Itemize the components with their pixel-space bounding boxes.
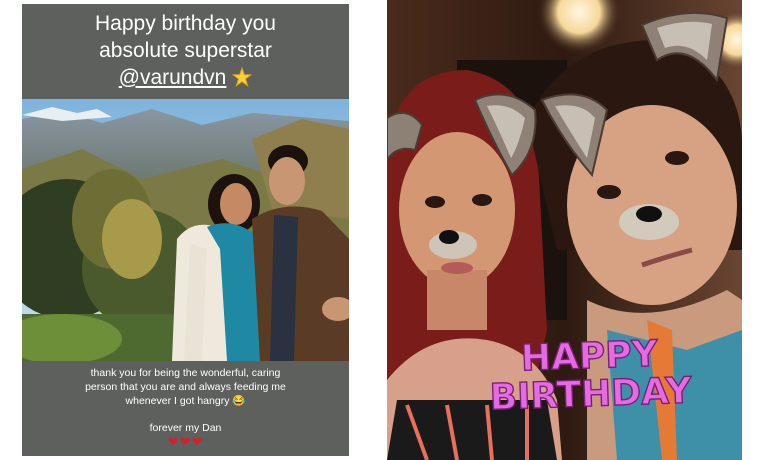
message-line-3: whenever I got hangry 😂	[125, 395, 246, 407]
couple-photo	[22, 99, 349, 361]
caption-line-3: @varundvn	[119, 64, 253, 91]
caption-line-2: absolute superstar	[99, 38, 272, 62]
story-left: Happy birthday you absolute superstar @v…	[22, 4, 349, 456]
dog-nose-icon	[619, 204, 679, 240]
hearts-icon: ❤❤❤	[167, 434, 204, 449]
sticker-line-2: BIRTHDAY	[488, 370, 693, 419]
message: thank you for being the wonderful, carin…	[22, 366, 349, 449]
caption: Happy birthday you absolute superstar @v…	[22, 4, 349, 96]
caption-line-1: Happy birthday you	[95, 11, 276, 35]
sparkle-star-icon	[232, 67, 253, 87]
message-line-2: person that you are and always feeding m…	[85, 381, 286, 393]
mention-link[interactable]: @varundvn	[119, 64, 227, 91]
message-line-4: forever my Dan	[149, 422, 222, 434]
message-line-1: thank you for being the wonderful, carin…	[90, 367, 281, 379]
happy-birthday-sticker: HAPPY BIRTHDAY	[469, 333, 712, 419]
